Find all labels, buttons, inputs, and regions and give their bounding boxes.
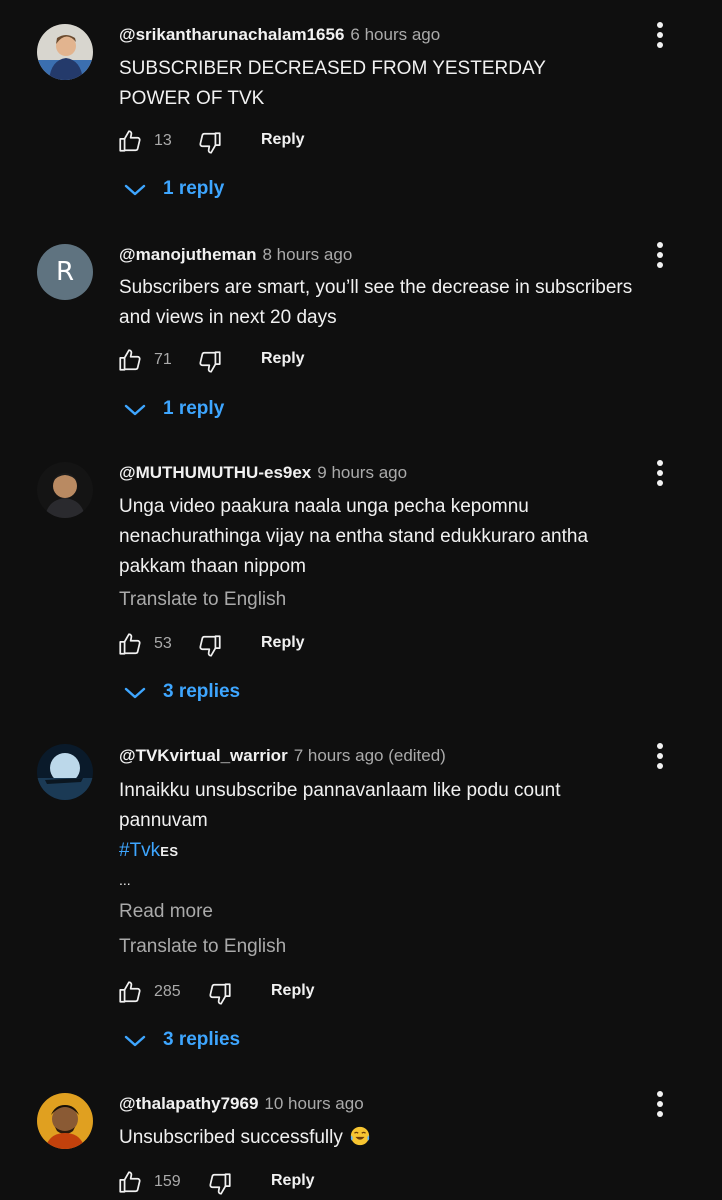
comment-line: Unga video paakura naala unga pecha kepo… <box>119 496 529 517</box>
comment-header: @manojutheman 8 hours ago <box>119 245 352 265</box>
thumbs-up-icon[interactable] <box>117 979 143 1005</box>
more-vertical-icon[interactable] <box>650 458 670 488</box>
comment-line: Subscribers are smart, you’ll see the de… <box>119 277 633 298</box>
like-count: 13 <box>154 132 172 149</box>
comment-line: Innaikku unsubscribe pannavanlaam like p… <box>119 780 561 801</box>
avatar[interactable]: R <box>37 244 93 300</box>
author-handle[interactable]: @manojutheman <box>119 245 256 264</box>
comment-actions: 71 Reply <box>117 347 337 377</box>
chevron-down-icon <box>124 1035 146 1047</box>
thumbs-down-icon[interactable] <box>197 349 223 375</box>
reply-button[interactable]: Reply <box>271 1172 315 1190</box>
thumbs-up-icon[interactable] <box>117 347 143 373</box>
thumbs-down-icon[interactable] <box>197 130 223 156</box>
reply-button[interactable]: Reply <box>261 634 305 652</box>
hashtag-suffix: ES <box>160 844 179 859</box>
avatar[interactable] <box>37 462 93 518</box>
comment-actions: 13 Reply <box>117 128 337 158</box>
avatar[interactable] <box>37 24 93 80</box>
chevron-down-icon <box>124 687 146 699</box>
comment-line: SUBSCRIBER DECREASED FROM YESTERDAY <box>119 58 546 79</box>
comment-text: Unsubscribed successfully <box>119 1123 679 1153</box>
reply-button[interactable]: Reply <box>261 131 305 149</box>
like-count: 53 <box>154 635 172 652</box>
comment-text: Innaikku unsubscribe pannavanlaam like p… <box>119 776 679 893</box>
reply-button[interactable]: Reply <box>261 350 305 368</box>
avatar[interactable] <box>37 1093 93 1149</box>
comment-actions: 285 Reply <box>117 979 347 1009</box>
thumbs-up-icon[interactable] <box>117 631 143 657</box>
like-count: 71 <box>154 351 172 368</box>
read-more-button[interactable]: Read more <box>119 901 213 923</box>
translate-button[interactable]: Translate to English <box>119 936 286 958</box>
view-replies-button[interactable]: 1 reply <box>123 176 263 206</box>
comment-time[interactable]: 7 hours ago (edited) <box>294 746 446 765</box>
comment-text: SUBSCRIBER DECREASED FROM YESTERDAY POWE… <box>119 54 679 114</box>
comment-header: @thalapathy7969 10 hours ago <box>119 1094 364 1114</box>
more-vertical-icon[interactable] <box>650 1089 670 1119</box>
comment-actions: 159 Reply <box>117 1169 347 1199</box>
like-count: 285 <box>154 983 181 1000</box>
thumbs-down-icon[interactable] <box>197 633 223 659</box>
comment-line-text: Unsubscribed successfully <box>119 1127 343 1148</box>
tears-of-joy-emoji <box>350 1126 370 1146</box>
replies-label: 3 replies <box>163 1029 241 1050</box>
author-handle[interactable]: @thalapathy7969 <box>119 1094 258 1113</box>
comment-line: pannuvam <box>119 810 208 831</box>
thumbs-up-icon[interactable] <box>117 128 143 154</box>
comment-actions: 53 Reply <box>117 631 337 661</box>
view-replies-button[interactable]: 1 reply <box>123 396 263 426</box>
more-vertical-icon[interactable] <box>650 240 670 270</box>
comment-line: nenachurathinga vijay na entha stand edu… <box>119 526 589 547</box>
avatar[interactable] <box>37 744 93 800</box>
replies-label: 1 reply <box>163 398 225 419</box>
thumbs-down-icon[interactable] <box>207 1171 233 1197</box>
comment-text: Unga video paakura naala unga pecha kepo… <box>119 492 679 582</box>
comment-time[interactable]: 6 hours ago <box>350 25 440 44</box>
comment-time[interactable]: 9 hours ago <box>317 463 407 482</box>
replies-label: 1 reply <box>163 178 225 199</box>
hashtag-link[interactable]: #Tvk <box>119 840 160 861</box>
thumbs-down-icon[interactable] <box>207 981 233 1007</box>
author-handle[interactable]: @MUTHUMUTHU-es9ex <box>119 463 311 482</box>
comment-header: @srikantharunachalam1656 6 hours ago <box>119 25 440 45</box>
comment-line: Unsubscribed successfully <box>119 1123 679 1153</box>
comment-time[interactable]: 10 hours ago <box>264 1094 363 1113</box>
thumbs-up-icon[interactable] <box>117 1169 143 1195</box>
replies-label: 3 replies <box>163 681 241 702</box>
comment-header: @TVKvirtual_warrior 7 hours ago (edited) <box>119 746 446 766</box>
comment-line: pakkam thaan nippom <box>119 556 306 577</box>
author-handle[interactable]: @TVKvirtual_warrior <box>119 746 288 765</box>
avatar-letter: R <box>55 257 75 287</box>
translate-button[interactable]: Translate to English <box>119 589 286 611</box>
comment-line: #TvkES <box>119 836 679 867</box>
comment-line: POWER OF TVK <box>119 88 265 109</box>
reply-button[interactable]: Reply <box>271 982 315 1000</box>
like-count: 159 <box>154 1173 181 1190</box>
comment-header: @MUTHUMUTHU-es9ex 9 hours ago <box>119 463 407 483</box>
comment-ellipsis: ... <box>119 872 131 888</box>
comment-text: Subscribers are smart, you’ll see the de… <box>119 273 679 333</box>
more-vertical-icon[interactable] <box>650 20 670 50</box>
comment-time[interactable]: 8 hours ago <box>262 245 352 264</box>
view-replies-button[interactable]: 3 replies <box>123 1027 283 1057</box>
chevron-down-icon <box>124 184 146 196</box>
author-handle[interactable]: @srikantharunachalam1656 <box>119 25 344 44</box>
more-vertical-icon[interactable] <box>650 741 670 771</box>
chevron-down-icon <box>124 404 146 416</box>
comment-line: and views in next 20 days <box>119 307 337 328</box>
view-replies-button[interactable]: 3 replies <box>123 679 283 709</box>
